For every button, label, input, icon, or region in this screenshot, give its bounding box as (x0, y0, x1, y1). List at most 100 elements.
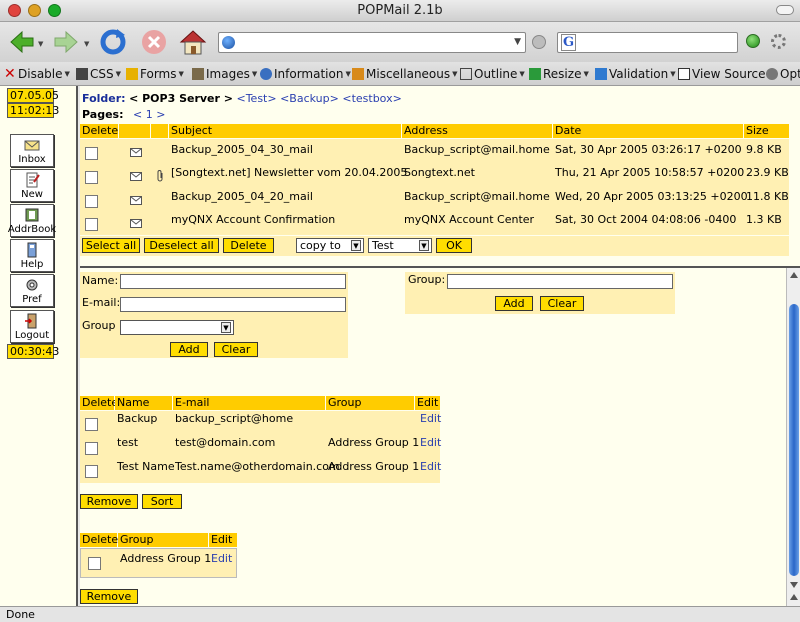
preferences-button[interactable]: Pref (10, 274, 54, 307)
pages-link[interactable]: < 1 > (133, 108, 165, 121)
remove-groups-button[interactable]: Remove (80, 589, 138, 604)
action-select[interactable]: copy to ▼ (296, 238, 364, 253)
sort-contacts-button[interactable]: Sort (142, 494, 182, 509)
forward-button[interactable] (50, 26, 82, 58)
group-name-input[interactable] (447, 274, 673, 289)
target-folder-select[interactable]: Test ▼ (368, 238, 432, 253)
col-header-status (119, 124, 150, 138)
chevron-down-icon: ▼ (64, 70, 70, 78)
forward-history-caret-icon[interactable]: ▼ (84, 40, 89, 48)
delete-contact-checkbox[interactable] (85, 465, 98, 478)
group-label: Group (82, 319, 116, 332)
read-envelope-icon (130, 148, 142, 157)
devbar-options-menu[interactable]: Opt (766, 67, 800, 81)
devbar-outline-menu[interactable]: Outline ▼ (460, 67, 525, 81)
url-bar[interactable]: ▼ (218, 32, 526, 53)
col-header-date[interactable]: Date (553, 124, 743, 138)
reload-button[interactable] (97, 26, 129, 58)
folder-label: Folder: (82, 92, 126, 105)
search-box[interactable]: G (557, 32, 738, 53)
col-header-address[interactable]: Address (402, 124, 552, 138)
delete-contact-checkbox[interactable] (85, 442, 98, 455)
deselect-all-button[interactable]: Deselect all (144, 238, 219, 253)
edit-contact-link[interactable]: Edit (420, 460, 441, 473)
devbar-resize-menu[interactable]: Resize ▼ (529, 67, 589, 81)
add-contact-button[interactable]: Add (170, 342, 208, 357)
devbar-miscellaneous-menu[interactable]: Miscellaneous ▼ (352, 67, 458, 81)
mail-subject-link[interactable]: myQNX Account Confirmation (171, 213, 335, 226)
contacts-col-name: Name (115, 396, 172, 410)
red-x-icon: ✕ (4, 66, 16, 82)
stop-icon (142, 30, 166, 54)
devbar-validation-menu[interactable]: Validation ▼ (595, 67, 676, 81)
folder-link-testbox[interactable]: <testbox> (342, 92, 401, 105)
mail-date: Sat, 30 Apr 2005 03:26:17 +0200 (555, 143, 742, 156)
home-button[interactable] (177, 26, 209, 58)
col-header-size[interactable]: Size (744, 124, 789, 138)
scrollbar-thumb[interactable] (789, 304, 799, 576)
new-message-button[interactable]: New (10, 169, 54, 202)
scroll-up-arrow-icon[interactable] (790, 594, 798, 600)
clear-contact-button[interactable]: Clear (214, 342, 258, 357)
folder-link-test[interactable]: <Test> (236, 92, 276, 105)
edit-contact-link[interactable]: Edit (420, 412, 441, 425)
edit-contact-link[interactable]: Edit (420, 436, 441, 449)
edit-group-link[interactable]: Edit (211, 552, 232, 565)
delete-checkbox[interactable] (85, 218, 98, 231)
devbar-forms-menu[interactable]: Forms ▼ (126, 67, 184, 81)
delete-checkbox[interactable] (85, 171, 98, 184)
devbar-disable-menu[interactable]: ✕ Disable ▼ (4, 67, 70, 81)
col-header-delete: Delete (80, 124, 119, 138)
chevron-down-icon: ▼ (178, 70, 184, 78)
stop-button[interactable] (138, 26, 170, 58)
scroll-up-arrow-icon[interactable] (790, 272, 798, 278)
select-all-button[interactable]: Select all (82, 238, 140, 253)
mail-subject-link[interactable]: Backup_2005_04_20_mail (171, 190, 313, 203)
go-button[interactable] (532, 35, 546, 49)
logout-button[interactable]: Logout (10, 310, 54, 343)
ok-button[interactable]: OK (436, 238, 472, 253)
delete-group-checkbox[interactable] (88, 557, 101, 570)
back-button[interactable] (6, 26, 38, 58)
mail-address: myQNX Account Center (404, 213, 535, 226)
inbox-button[interactable]: Inbox (10, 134, 54, 167)
home-icon (179, 30, 207, 55)
devbar-css-menu[interactable]: CSS ▼ (76, 67, 121, 81)
address-book-scrollbar[interactable] (786, 268, 800, 606)
address-book-button[interactable]: AddrBook (8, 204, 56, 237)
images-icon (192, 68, 204, 80)
email-input[interactable] (120, 297, 346, 312)
name-input[interactable] (120, 274, 346, 289)
back-arrow-icon (10, 30, 34, 54)
devbar-images-menu[interactable]: Images ▼ (192, 67, 257, 81)
mail-subject-link[interactable]: Backup_2005_04_30_mail (171, 143, 313, 156)
read-envelope-icon (130, 196, 142, 205)
back-history-caret-icon[interactable]: ▼ (38, 40, 43, 48)
scroll-down-arrow-icon[interactable] (790, 582, 798, 588)
delete-contact-checkbox[interactable] (85, 418, 98, 431)
folder-link-backup[interactable]: <Backup> (280, 92, 339, 105)
search-go-icon[interactable] (746, 34, 760, 48)
chevron-down-icon: ▼ (345, 70, 351, 78)
toolbar-toggle-icon[interactable] (776, 5, 794, 15)
add-group-button[interactable]: Add (495, 296, 533, 311)
inbox-envelope-icon (24, 140, 40, 151)
url-history-dropdown-icon[interactable]: ▼ (514, 37, 521, 47)
col-header-attachment (151, 124, 168, 138)
delete-checkbox[interactable] (85, 147, 98, 160)
contact-name: Backup (117, 412, 158, 425)
contact-group: Address Group 1 (328, 460, 420, 473)
mail-subject-link[interactable]: [Songtext.net] Newsletter vom 20.04.2005 (171, 166, 407, 179)
remove-contacts-button[interactable]: Remove (80, 494, 138, 509)
left-navigation-frame: 07.05.05 11:02:13 Inbox New AddrBook Hel… (0, 86, 78, 606)
col-header-subject[interactable]: Subject (169, 124, 401, 138)
help-button[interactable]: Help (10, 239, 54, 272)
devbar-view-source-menu[interactable]: View Source (678, 67, 766, 81)
devbar-information-menu[interactable]: Information ▼ (260, 67, 351, 81)
delete-selected-button[interactable]: Delete (223, 238, 274, 253)
search-engine-icon[interactable]: G (561, 34, 576, 51)
group-select[interactable]: ▼ (120, 320, 234, 335)
delete-checkbox[interactable] (85, 195, 98, 208)
logout-door-icon (25, 313, 37, 329)
clear-group-button[interactable]: Clear (540, 296, 584, 311)
